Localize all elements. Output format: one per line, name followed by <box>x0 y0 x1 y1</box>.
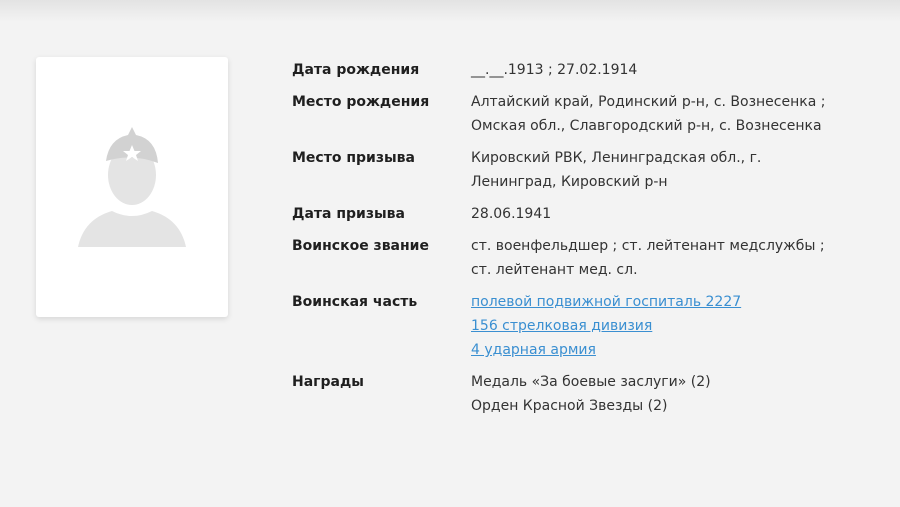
awards-row: Награды Медаль «За боевые заслуги» (2) О… <box>292 370 852 418</box>
birth-place-row: Место рождения Алтайский край, Родинский… <box>292 90 852 138</box>
unit-row: Воинская часть полевой подвижной госпита… <box>292 290 852 362</box>
portrait-card <box>36 57 228 317</box>
unit-link-hospital[interactable]: полевой подвижной госпиталь 2227 <box>471 290 831 314</box>
soldier-info-table: Дата рождения __.__.1913 ; 27.02.1914 Ме… <box>292 58 852 426</box>
draft-date-row: Дата призыва 28.06.1941 <box>292 202 852 226</box>
awards-list: Медаль «За боевые заслуги» (2) Орден Кра… <box>471 370 831 418</box>
awards-label: Награды <box>292 374 364 390</box>
birth-place-label: Место рождения <box>292 94 430 110</box>
birth-date-label: Дата рождения <box>292 62 420 78</box>
draft-place-label: Место призыва <box>292 150 415 166</box>
draft-place-value: Кировский РВК, Ленинградская обл., г. Ле… <box>471 150 762 190</box>
header-shadow <box>0 0 900 22</box>
unit-label: Воинская часть <box>292 294 418 310</box>
unit-links: полевой подвижной госпиталь 2227 156 стр… <box>471 290 831 362</box>
birth-date-row: Дата рождения __.__.1913 ; 27.02.1914 <box>292 58 852 82</box>
draft-date-value: 28.06.1941 <box>471 206 552 222</box>
draft-place-row: Место призыва Кировский РВК, Ленинградск… <box>292 146 852 194</box>
birth-date-value: __.__.1913 ; 27.02.1914 <box>471 62 638 78</box>
rank-label: Воинское звание <box>292 238 429 254</box>
rank-row: Воинское звание ст. военфельдшер ; ст. л… <box>292 234 852 282</box>
rank-value: ст. военфельдшер ; ст. лейтенант медслуж… <box>471 238 825 278</box>
soldier-silhouette-icon <box>78 127 186 247</box>
unit-link-army[interactable]: 4 ударная армия <box>471 338 831 362</box>
draft-date-label: Дата призыва <box>292 206 405 222</box>
birth-place-value: Алтайский край, Родинский р-н, с. Вознес… <box>471 94 826 134</box>
award-item: Медаль «За боевые заслуги» (2) <box>471 374 711 390</box>
award-item: Орден Красной Звезды (2) <box>471 398 668 414</box>
unit-link-division[interactable]: 156 стрелковая дивизия <box>471 314 831 338</box>
